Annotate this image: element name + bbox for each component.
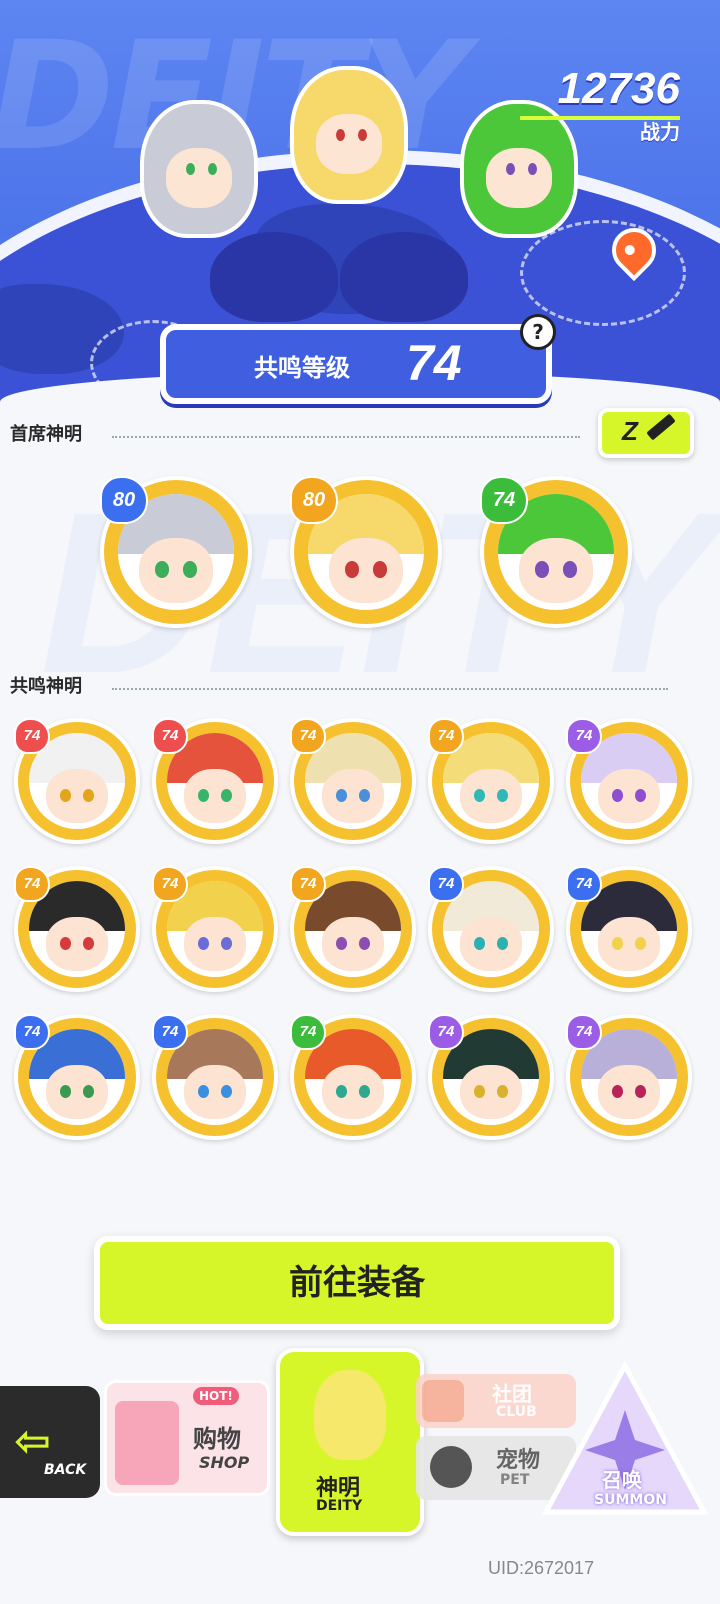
level-badge: 74: [152, 866, 188, 902]
level-badge: 74: [566, 718, 602, 754]
user-id: UID:2672017: [488, 1558, 595, 1578]
edit-z-letter: Z: [622, 416, 638, 446]
level-badge: 74: [14, 718, 50, 754]
chief-deities-title: 首席神明: [10, 424, 82, 445]
pet-label-en: PET: [500, 1472, 530, 1488]
resonance-deity-avatar[interactable]: 74: [290, 866, 416, 992]
resonance-deity-avatar[interactable]: 74: [290, 718, 416, 844]
resonance-deity-avatar[interactable]: 74: [566, 718, 692, 844]
chief-deity-avatar[interactable]: 74: [480, 476, 632, 628]
club-label-cn: 社团: [492, 1382, 532, 1406]
resonance-deity-avatar[interactable]: 74: [14, 718, 140, 844]
nav-summon[interactable]: 召唤 SUMMON: [540, 1360, 710, 1520]
level-badge: 74: [152, 718, 188, 754]
level-badge: 74: [428, 1014, 464, 1050]
chief-deity-avatar[interactable]: 80: [290, 476, 442, 628]
resonance-deity-avatar[interactable]: 74: [152, 718, 278, 844]
resonance-deity-avatar[interactable]: 74: [428, 718, 554, 844]
level-badge: 74: [290, 718, 326, 754]
back-button[interactable]: ⇦ BACK: [0, 1386, 100, 1498]
combat-power-value: 12736: [557, 64, 680, 113]
resonance-deities-title: 共鸣神明: [10, 676, 82, 697]
chibi-character-blonde[interactable]: [290, 66, 408, 204]
resonance-deity-avatar[interactable]: 74: [290, 1014, 416, 1140]
shop-label-en: SHOP: [199, 1453, 250, 1472]
resonance-divider: [112, 688, 668, 690]
combat-power: 12736 战力: [558, 66, 680, 145]
resonance-deity-avatar[interactable]: 74: [14, 866, 140, 992]
resonance-deity-avatar[interactable]: 74: [14, 1014, 140, 1140]
deity-mascot-icon: [314, 1370, 386, 1460]
pencil-icon: [646, 413, 676, 441]
level-badge: 74: [290, 1014, 326, 1050]
resonance-deity-avatar[interactable]: 74: [428, 866, 554, 992]
club-label-en: CLUB: [496, 1404, 537, 1420]
power-underline: [520, 116, 680, 120]
resonance-deity-avatar[interactable]: 74: [566, 866, 692, 992]
level-badge: 74: [480, 476, 528, 524]
level-badge: 74: [566, 1014, 602, 1050]
resonance-deity-avatar[interactable]: 74: [566, 1014, 692, 1140]
pet-label-cn: 宠物: [496, 1448, 541, 1473]
goto-equipment-button[interactable]: 前往装备: [94, 1236, 620, 1330]
back-label: BACK: [44, 1462, 87, 1478]
back-arrow-icon: ⇦: [14, 1416, 51, 1467]
nav-shop[interactable]: HOT! 购物 SHOP: [104, 1380, 270, 1496]
level-badge: 74: [14, 866, 50, 902]
resonance-deity-avatar[interactable]: 74: [428, 1014, 554, 1140]
resonance-deity-avatar[interactable]: 74: [152, 866, 278, 992]
level-badge: 74: [428, 718, 464, 754]
deity-label-en: DEITY: [316, 1498, 363, 1514]
chief-deity-avatar[interactable]: 80: [100, 476, 252, 628]
level-badge: 74: [290, 866, 326, 902]
edit-lineup-button[interactable]: Z: [598, 408, 694, 458]
planet-eye-right: [340, 232, 468, 354]
chibi-character-silver[interactable]: [140, 100, 258, 238]
lock-icon: [430, 1446, 472, 1488]
level-badge: 74: [566, 866, 602, 902]
vending-machine-icon: [115, 1401, 179, 1485]
shop-hot-tag: HOT!: [193, 1387, 239, 1405]
shop-label-cn: 购物: [193, 1425, 241, 1453]
resonance-level-banner: 共鸣等级 74: [160, 324, 552, 404]
summon-label-cn: 召唤: [602, 1468, 642, 1492]
resonance-level-label: 共鸣等级: [254, 354, 350, 382]
level-badge: 80: [290, 476, 338, 524]
level-badge: 74: [428, 866, 464, 902]
club-bag-icon: [422, 1380, 464, 1422]
combat-power-label: 战力: [640, 120, 680, 144]
resonance-level-value: 74: [406, 335, 462, 391]
level-badge: 74: [152, 1014, 188, 1050]
planet-eye-left: [210, 232, 338, 354]
summon-label-en: SUMMON: [594, 1492, 667, 1508]
help-icon[interactable]: ?: [520, 314, 556, 350]
resonance-deity-avatar[interactable]: 74: [152, 1014, 278, 1140]
chief-divider: [112, 436, 580, 438]
level-badge: 80: [100, 476, 148, 524]
nav-deity-active[interactable]: 神明 DEITY: [276, 1348, 424, 1536]
level-badge: 74: [14, 1014, 50, 1050]
